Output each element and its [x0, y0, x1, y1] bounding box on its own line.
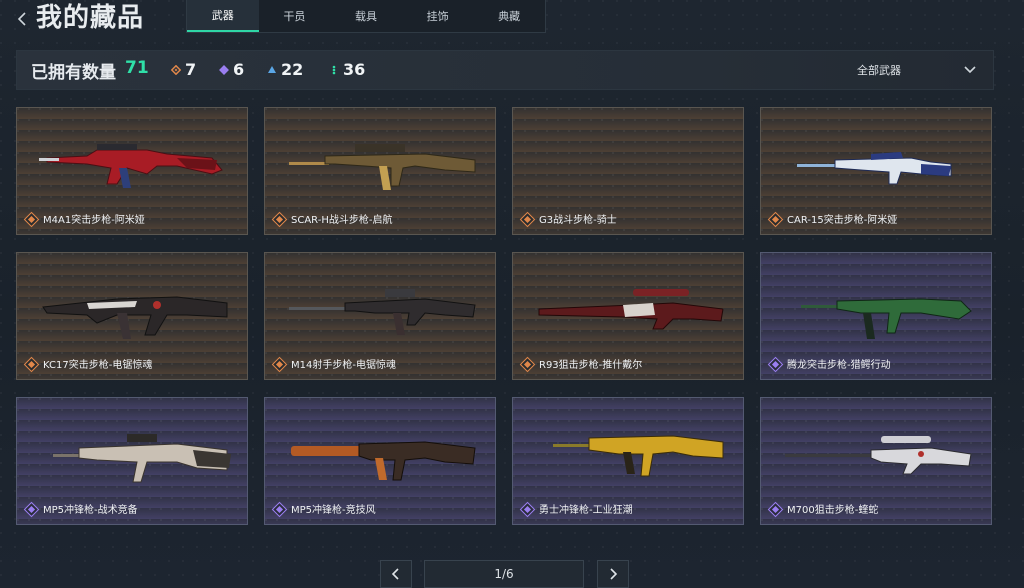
blue-count-value: 22: [281, 60, 304, 79]
purple-rarity-icon: [519, 501, 536, 518]
smg-image: [553, 435, 724, 477]
weapon-name: 腾龙突击步枪-猎鳄行动: [787, 360, 891, 371]
weapon-name: G3战斗步枪-骑士: [539, 215, 617, 226]
blue-triangle-icon: [268, 65, 276, 73]
weapon-card[interactable]: KC17突击步枪-电锯惊魂: [16, 252, 248, 380]
tab-weapons[interactable]: 武器: [187, 0, 259, 32]
chevron-down-icon: [964, 66, 976, 74]
orange-rarity-icon: [271, 211, 288, 228]
smg-image: [53, 434, 231, 483]
tab-collection[interactable]: 典藏: [473, 0, 545, 32]
weapon-name: 勇士冲锋枪-工业狂潮: [539, 505, 633, 516]
purple-count-value: 6: [233, 60, 245, 79]
orange-rarity-icon: [271, 356, 288, 373]
smg-image: [291, 441, 476, 481]
weapon-card[interactable]: CAR-15突击步枪-阿米娅: [760, 107, 992, 235]
next-page-button[interactable]: [597, 560, 629, 588]
weapon-card[interactable]: 腾龙突击步枪-猎鳄行动: [760, 252, 992, 380]
tab-vehicles[interactable]: 载具: [330, 0, 402, 32]
chevron-left-icon: [391, 568, 399, 580]
page-title: 我的藏品: [36, 3, 145, 33]
orange-rarity-icon: [767, 211, 784, 228]
orange-count: 7: [171, 60, 196, 79]
weapon-card[interactable]: SCAR-H战斗步枪-启航: [264, 107, 496, 235]
tab-charms[interactable]: 挂饰: [402, 0, 474, 32]
purple-rarity-icon: [767, 501, 784, 518]
weapon-name: CAR-15突击步枪-阿米娅: [787, 215, 898, 226]
orange-count-value: 7: [185, 60, 197, 79]
orange-rarity-icon: [519, 356, 536, 373]
weapon-name: KC17突击步枪-电锯惊魂: [43, 360, 153, 371]
orange-diamond-icon: [171, 64, 181, 75]
collection-stats-bar: 已拥有数量 71 7 6 22 36 全部武器: [16, 50, 994, 90]
green-count: 36: [329, 60, 365, 79]
orange-rarity-icon: [23, 211, 40, 228]
rifle-image: [39, 144, 223, 188]
weapon-card[interactable]: M700狙击步枪-蝰蛇: [760, 397, 992, 525]
category-tabs: 武器 干员 载具 挂饰 典藏: [186, 0, 546, 33]
weapon-card[interactable]: M14射手步枪-电锯惊魂: [264, 252, 496, 380]
weapon-name: MP5冲锋枪-竞技风: [291, 505, 376, 516]
chevron-right-icon: [610, 568, 618, 580]
weapon-card[interactable]: 勇士冲锋枪-工业狂潮: [512, 397, 744, 525]
owned-count: 71: [125, 58, 149, 78]
weapon-card[interactable]: MP5冲锋枪-竞技风: [264, 397, 496, 525]
purple-rarity-icon: [23, 501, 40, 518]
weapon-name: M14射手步枪-电锯惊魂: [291, 360, 396, 371]
weapon-card[interactable]: MP5冲锋枪-战术竞备: [16, 397, 248, 525]
weapon-card[interactable]: G3战斗步枪-骑士: [512, 107, 744, 235]
purple-count: 6: [219, 60, 244, 79]
filter-label: 全部武器: [857, 64, 901, 77]
green-count-value: 36: [343, 60, 366, 79]
rifle-image: [538, 289, 724, 330]
weapon-card[interactable]: R93狙击步枪-推什戴尔: [512, 252, 744, 380]
prev-page-button[interactable]: [380, 560, 412, 588]
weapon-name: M700狙击步枪-蝰蛇: [787, 505, 879, 516]
purple-rarity-icon: [271, 501, 288, 518]
weapon-name: SCAR-H战斗步枪-启航: [291, 215, 393, 226]
sniper-image: [785, 436, 972, 475]
blue-count: 22: [267, 60, 303, 79]
back-arrow-icon[interactable]: [14, 10, 32, 28]
weapon-name: MP5冲锋枪-战术竞备: [43, 505, 138, 516]
rifle-image: [42, 296, 228, 339]
purple-diamond-icon: [219, 64, 229, 75]
owned-label: 已拥有数量: [31, 63, 116, 83]
weapon-card[interactable]: M4A1突击步枪-阿米娅: [16, 107, 248, 235]
weapon-name: M4A1突击步枪-阿米娅: [43, 215, 145, 226]
tab-operators[interactable]: 干员: [259, 0, 331, 32]
orange-rarity-icon: [519, 211, 536, 228]
rifle-image: [289, 144, 476, 190]
rifle-image: [797, 152, 952, 185]
rifle-image: [801, 298, 972, 339]
purple-rarity-icon: [767, 356, 784, 373]
page-indicator: 1/6: [424, 560, 584, 588]
green-dots-icon: [332, 65, 336, 74]
weapon-name: R93狙击步枪-推什戴尔: [539, 360, 643, 371]
weapon-filter-dropdown[interactable]: 全部武器: [857, 51, 977, 89]
orange-rarity-icon: [23, 356, 40, 373]
rifle-image: [289, 289, 476, 335]
